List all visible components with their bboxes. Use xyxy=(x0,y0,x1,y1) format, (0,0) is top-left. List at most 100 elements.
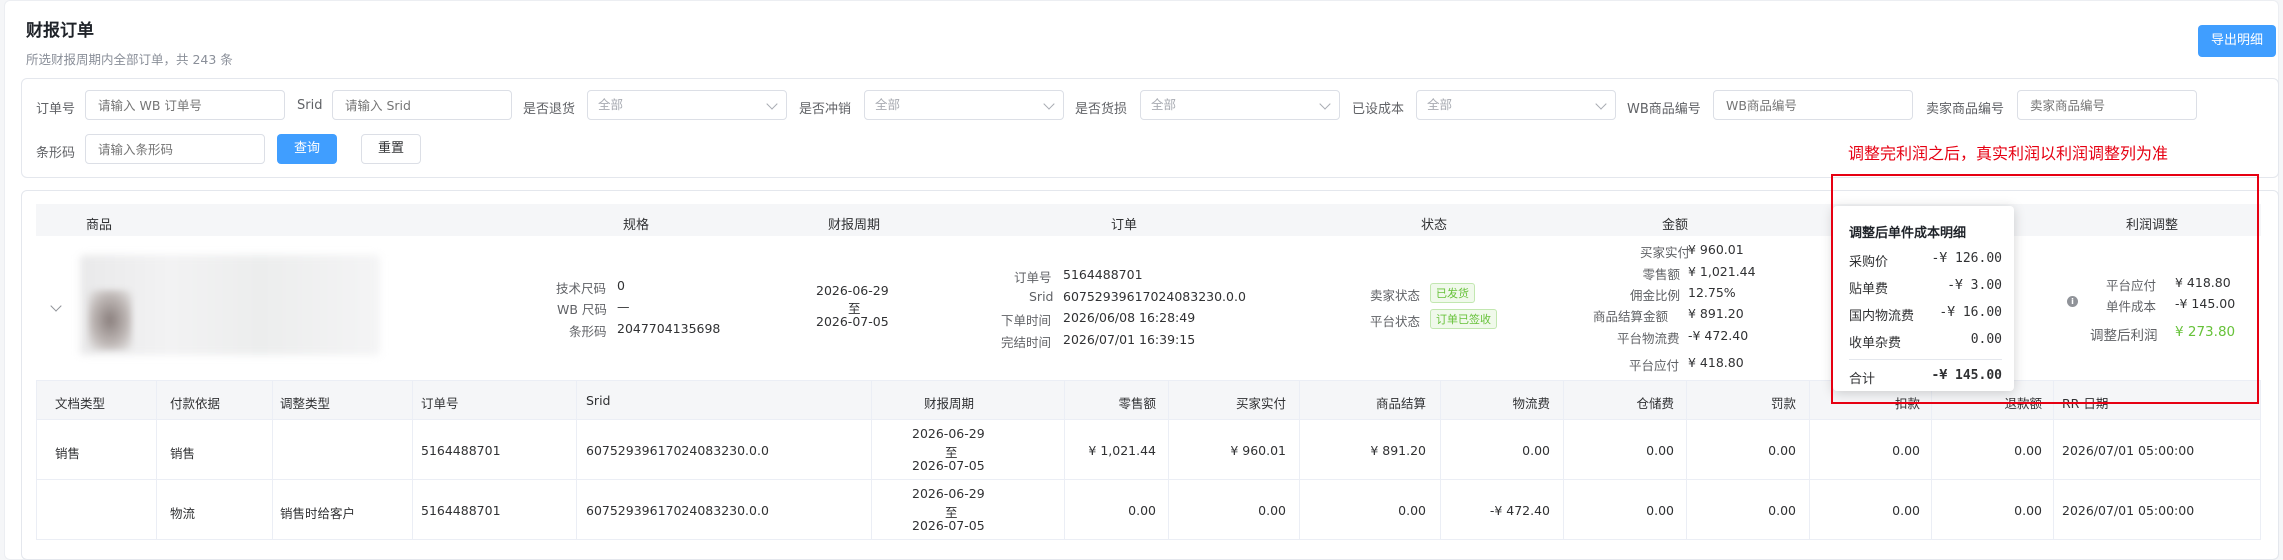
wb-sku-input[interactable] xyxy=(1713,90,1913,120)
dth-rr-date: RR 日期 xyxy=(2062,396,2109,411)
retail-key: 零售额 xyxy=(1642,267,1680,282)
column-divider xyxy=(871,380,872,540)
dth-fine: 罚款 xyxy=(1770,396,1796,411)
is-damage-select[interactable]: 全部 xyxy=(1140,90,1340,120)
tooltip-row-label: 收单杂费 xyxy=(1849,336,1902,351)
d2-p1: 2026-06-29 xyxy=(912,486,985,501)
dth-adjust-type: 调整类型 xyxy=(280,396,331,411)
tooltip-row-label: 国内物流费 xyxy=(1849,309,1915,324)
period-start: 2026-06-29 xyxy=(816,283,889,298)
barcode-input[interactable] xyxy=(85,134,265,164)
th-status: 状态 xyxy=(1421,218,1448,233)
d2-logistics: -¥ 472.40 xyxy=(1489,503,1550,518)
tooltip-row-value: -¥ 3.00 xyxy=(1947,278,2002,293)
seller-status-badge: 已发货 xyxy=(1430,283,1475,303)
d1-srid: 60752939617024083230.0.0 xyxy=(586,443,769,458)
tooltip-row-value: 0.00 xyxy=(1970,332,2002,347)
is-return-select[interactable]: 全部 xyxy=(587,90,787,120)
d1-fine: 0.00 xyxy=(1768,443,1796,458)
seller-status-tag: 已发货 xyxy=(1430,283,1475,303)
d1-rr: 2026/07/01 05:00:00 xyxy=(2062,443,2195,458)
done-key: 完结时间 xyxy=(1001,335,1052,350)
dth-logistics: 物流费 xyxy=(1512,396,1550,411)
d1-order: 5164488701 xyxy=(421,443,501,458)
logistics-value: -¥ 472.40 xyxy=(1688,328,1749,343)
page-subtitle: 所选财报周期内全部订单，共 243 条 xyxy=(26,52,233,67)
column-divider xyxy=(1931,380,1932,540)
is-return-value: 全部 xyxy=(598,97,624,112)
tech-size-value: 0 xyxy=(617,278,625,293)
column-divider xyxy=(2053,380,2054,540)
column-divider xyxy=(1299,380,1300,540)
is-damage-value: 全部 xyxy=(1151,97,1177,112)
d2-srid: 60752939617024083230.0.0 xyxy=(586,503,769,518)
tooltip-row-value: -¥ 126.00 xyxy=(1931,251,2002,266)
payable-value: ¥ 418.80 xyxy=(1688,355,1744,370)
d1-storage: 0.00 xyxy=(1646,443,1674,458)
barcode-value: 2047704135698 xyxy=(617,321,721,336)
commission-value: 12.75% xyxy=(1688,285,1736,300)
tooltip-row-label: 采购价 xyxy=(1849,255,1889,270)
column-divider xyxy=(272,380,273,540)
d2-basis: 物流 xyxy=(170,506,196,521)
d1-retail: ¥ 1,021.44 xyxy=(1088,443,1156,458)
d1-deduct: 0.00 xyxy=(1892,443,1920,458)
d2-rr: 2026/07/01 05:00:00 xyxy=(2062,503,2195,518)
seller-status-key: 卖家状态 xyxy=(1370,288,1421,303)
is-reversal-label: 是否冲销 xyxy=(799,102,852,117)
tooltip-divider xyxy=(1849,359,2002,360)
tooltip-title: 调整后单件成本明细 xyxy=(1849,226,1967,241)
tooltip-row: 采购价 -¥ 126.00 xyxy=(1849,251,2002,270)
annotation-note: 调整完利润之后，真实利润以利润调整列为准 xyxy=(1848,144,2169,163)
wb-size-key: WB 尺码 xyxy=(557,302,607,317)
reset-button[interactable]: 重置 xyxy=(361,134,421,164)
dth-settle: 商品结算 xyxy=(1375,396,1426,411)
d1-basis: 销售 xyxy=(170,446,196,461)
dth-retail: 零售额 xyxy=(1118,396,1156,411)
retail-value: ¥ 1,021.44 xyxy=(1688,264,1756,279)
is-damage-label: 是否货损 xyxy=(1075,102,1128,117)
wb-size-value: — xyxy=(617,299,630,314)
tooltip-row: 收单杂费 0.00 xyxy=(1849,332,2002,351)
tooltip-row-value: -¥ 16.00 xyxy=(1939,305,2002,320)
srid-value: 60752939617024083230.0.0 xyxy=(1063,289,1246,304)
column-divider xyxy=(1809,380,1810,540)
commission-key: 佣金比例 xyxy=(1630,288,1681,303)
order-no-input[interactable] xyxy=(85,90,285,120)
dth-basis: 付款依据 xyxy=(170,396,221,411)
has-cost-select[interactable]: 全部 xyxy=(1416,90,1616,120)
dth-period: 财报周期 xyxy=(924,396,975,411)
barcode-label: 条形码 xyxy=(36,146,76,161)
th-amount: 金额 xyxy=(1662,218,1689,233)
chevron-down-icon xyxy=(766,98,778,110)
adjusted-profit-key: 调整后利润 xyxy=(2090,328,2158,344)
barcode-key: 条形码 xyxy=(569,324,607,339)
unit-cost-key: 单件成本 xyxy=(2106,299,2157,314)
export-button[interactable]: 导出明细 xyxy=(2198,25,2276,57)
info-icon[interactable]: i xyxy=(2067,296,2078,307)
tooltip-total-value: -¥ 145.00 xyxy=(1931,368,2002,383)
d1-p1: 2026-06-29 xyxy=(912,426,985,441)
srid-input[interactable] xyxy=(332,90,512,120)
chevron-down-icon xyxy=(1595,98,1607,110)
tooltip-row: 贴单费 -¥ 3.00 xyxy=(1849,278,2002,297)
d2-order: 5164488701 xyxy=(421,503,501,518)
unit-cost-tooltip: 调整后单件成本明细 采购价 -¥ 126.00 贴单费 -¥ 3.00 国内物流费 -… xyxy=(1833,206,2014,391)
is-return-label: 是否退货 xyxy=(523,102,576,117)
d2-fine: 0.00 xyxy=(1768,503,1796,518)
wb-sku-label: WB商品编号 xyxy=(1627,102,1701,117)
is-reversal-select[interactable]: 全部 xyxy=(864,90,1064,120)
column-divider xyxy=(1064,380,1065,540)
buyer-paid-value: ¥ 960.01 xyxy=(1688,242,1744,257)
column-divider xyxy=(156,380,157,540)
chevron-down-icon xyxy=(1043,98,1055,110)
d2-adj: 销售时给客户 xyxy=(280,506,356,521)
seller-sku-input[interactable] xyxy=(2017,90,2197,120)
d2-settle: 0.00 xyxy=(1398,503,1426,518)
done-value: 2026/07/01 16:39:15 xyxy=(1063,332,1196,347)
query-button[interactable]: 查询 xyxy=(277,134,337,164)
created-key: 下单时间 xyxy=(1001,313,1052,328)
d2-refund: 0.00 xyxy=(2014,503,2042,518)
tooltip-total-label: 合计 xyxy=(1849,372,1876,387)
is-reversal-value: 全部 xyxy=(875,97,901,112)
